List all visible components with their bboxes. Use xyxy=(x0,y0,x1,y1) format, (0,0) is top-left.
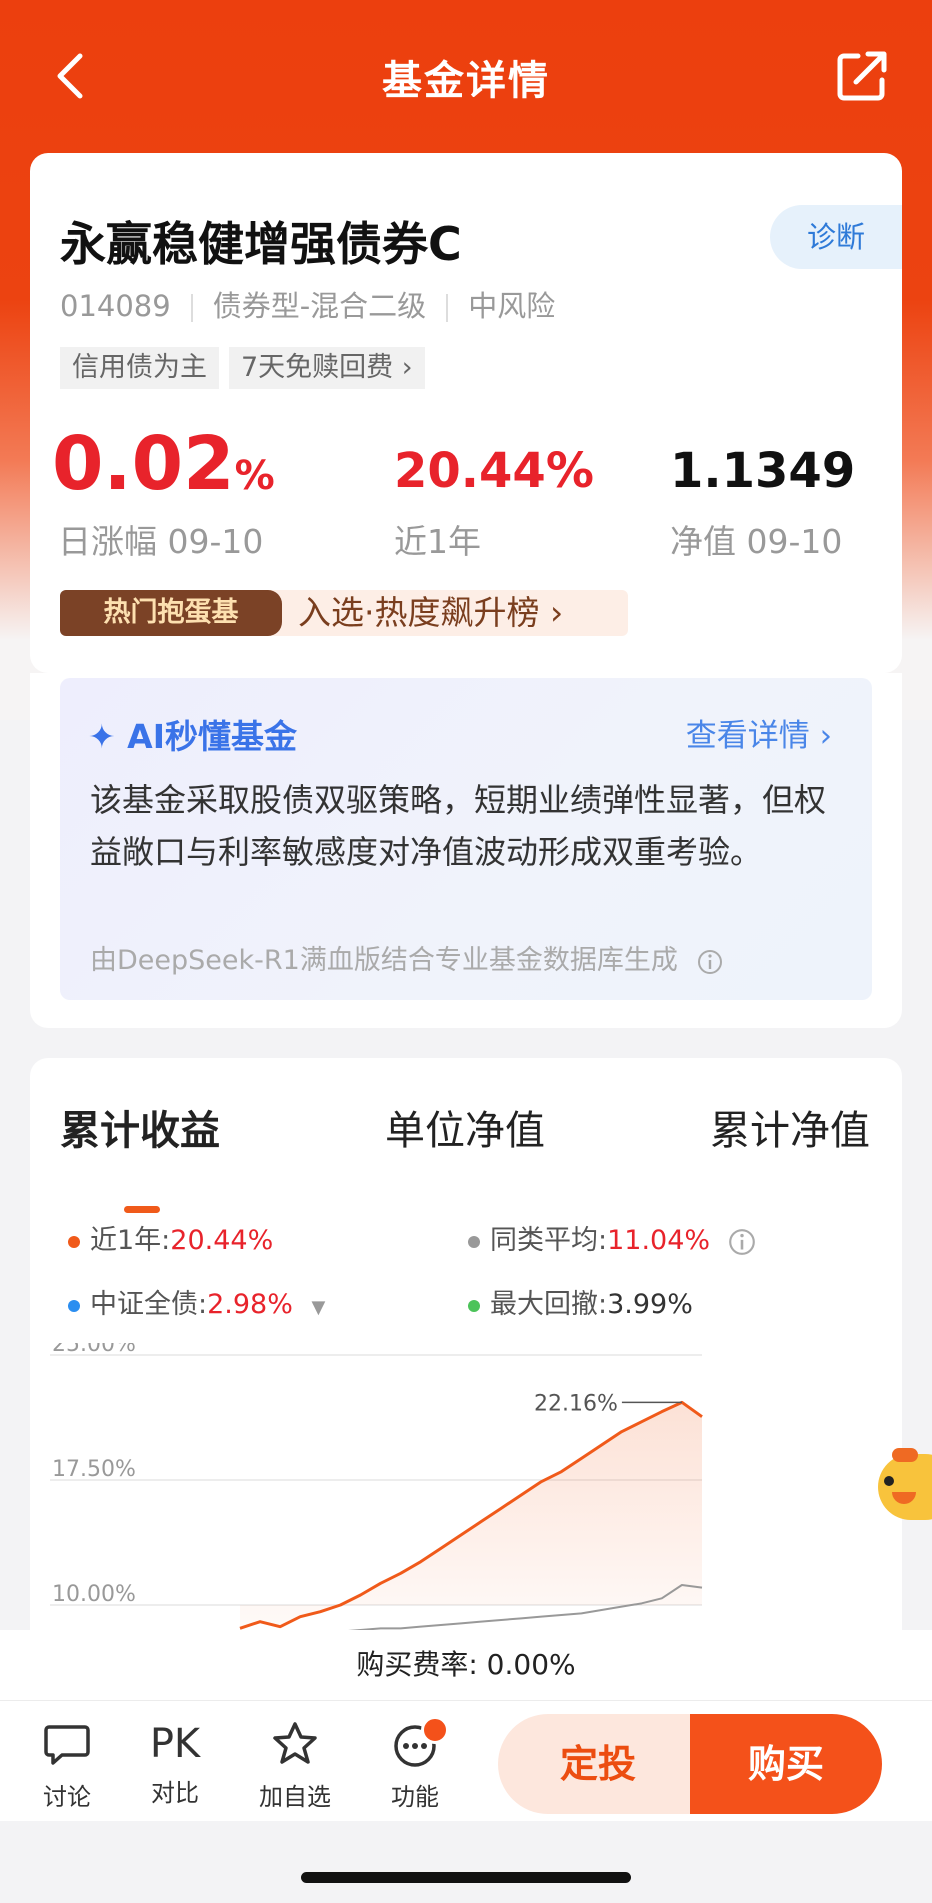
fund-type: 债券型-混合二级 xyxy=(212,289,427,323)
diagnose-button[interactable]: 诊断 xyxy=(770,205,902,269)
ai-view-details-link[interactable]: 查看详情 › xyxy=(686,710,832,755)
nav-value: 1.1349 xyxy=(670,443,856,499)
functions-label: 功能 xyxy=(391,1783,439,1811)
notification-dot xyxy=(421,1716,449,1744)
peak-label: 22.16% xyxy=(534,1391,618,1416)
legend-peer-average: 同类平均:11.04% xyxy=(468,1218,757,1257)
legend-year-return: 近1年:20.44% xyxy=(68,1218,273,1257)
fund-tags: 信用债为主 7天免赎回费 › xyxy=(60,347,435,389)
y-tick-label: 17.50% xyxy=(52,1457,136,1482)
nav-bar: 基金详情 xyxy=(0,0,932,150)
series-area xyxy=(240,1402,702,1629)
tab-unit-nav[interactable]: 单位净值 xyxy=(385,1098,545,1156)
functions-button[interactable]: 功能 xyxy=(370,1716,460,1812)
hot-text: 入选·热度飙升榜 › xyxy=(298,593,564,632)
daily-change-value: 0.02 xyxy=(52,421,235,507)
ai-summary-box: ✦ AI秒懂基金 查看详情 › 该基金采取股债双驱策略，短期业绩弹性显著，但权益… xyxy=(60,678,872,1000)
chevron-right-icon: › xyxy=(550,593,564,632)
chat-bubble-icon xyxy=(44,1725,90,1765)
fund-risk: 中风险 xyxy=(468,289,556,323)
nav-stat: 1.1349 净值 09-10 xyxy=(670,443,856,561)
year-return-value: 20.44% xyxy=(394,443,594,499)
legend-dot xyxy=(68,1299,80,1312)
auto-invest-button[interactable]: 定投 xyxy=(498,1714,698,1814)
ai-title: ✦ AI秒懂基金 xyxy=(88,717,297,756)
ai-source-note: 由DeepSeek-R1满血版结合专业基金数据库生成 xyxy=(90,938,724,977)
daily-change-label: 日涨幅 09-10 xyxy=(58,522,264,561)
add-watchlist-label: 加自选 xyxy=(259,1783,331,1811)
tag-redemption-fee[interactable]: 7天免赎回费 › xyxy=(229,347,425,389)
info-icon[interactable] xyxy=(727,1227,757,1257)
info-icon[interactable] xyxy=(696,948,724,976)
year-return-stat: 20.44% 近1年 xyxy=(394,443,594,561)
buy-button[interactable]: 购买 xyxy=(690,1714,882,1814)
mascot-icon[interactable] xyxy=(878,1446,932,1526)
bottom-action-bar: 讨论 PK 对比 加自选 功能 定投 购买 xyxy=(0,1701,932,1821)
active-tab-indicator xyxy=(124,1206,160,1213)
performance-card: 累计收益 单位净值 累计净值 近1年:20.44% 同类平均:11.04% 中证… xyxy=(30,1058,902,1678)
add-watchlist-button[interactable]: 加自选 xyxy=(250,1719,340,1812)
return-chart[interactable]: 25.00% 17.50% 10.00% 22.16% xyxy=(30,1343,902,1653)
y-tick-label: 25.00% xyxy=(52,1343,136,1357)
compare-button[interactable]: PK 对比 xyxy=(130,1719,220,1808)
daily-change-stat: 0.02% 日涨幅 09-10 xyxy=(52,421,275,561)
compare-label: 对比 xyxy=(151,1779,199,1807)
fund-summary-card: 永赢稳健增强债券C 诊断 014089 债券型-混合二级 中风险 信用债为主 7天免赎… xyxy=(30,153,902,673)
nav-label: 净值 09-10 xyxy=(670,522,843,561)
sparkle-icon: ✦ xyxy=(88,717,116,756)
legend-max-drawdown: 最大回撤:3.99% xyxy=(468,1282,693,1321)
tag-credit-bond: 信用债为主 xyxy=(60,347,219,389)
legend-index[interactable]: 中证全债:2.98% ▼ xyxy=(68,1282,325,1321)
discuss-button[interactable]: 讨论 xyxy=(22,1719,112,1812)
page-title: 基金详情 xyxy=(382,58,550,104)
legend-dot xyxy=(468,1299,480,1312)
star-icon xyxy=(273,1722,317,1764)
discuss-label: 讨论 xyxy=(43,1783,91,1811)
fund-code: 014089 xyxy=(60,289,171,323)
y-tick-label: 10.00% xyxy=(52,1582,136,1607)
dropdown-caret-icon[interactable]: ▼ xyxy=(311,1297,325,1318)
ai-summary-card: ✦ AI秒懂基金 查看详情 › 该基金采取股债双驱策略，短期业绩弹性显著，但权益… xyxy=(30,673,902,1028)
tab-cumulative-return[interactable]: 累计收益 xyxy=(60,1098,220,1156)
share-icon[interactable] xyxy=(834,48,890,104)
fund-name: 永赢稳健增强债券C xyxy=(60,217,462,271)
hot-ranking-banner[interactable]: 热门抱蛋基 入选·热度飙升榜 › xyxy=(60,590,628,636)
pk-icon: PK xyxy=(149,1721,201,1767)
fund-meta: 014089 债券型-混合二级 中风险 xyxy=(60,283,555,325)
chart-tabs: 累计收益 单位净值 累计净值 xyxy=(30,1098,902,1213)
divider xyxy=(446,294,449,322)
daily-change-unit: % xyxy=(234,453,275,499)
year-return-label: 近1年 xyxy=(394,522,481,561)
purchase-fee-bar: 购买费率: 0.00% xyxy=(0,1630,932,1701)
legend-dot xyxy=(468,1235,480,1248)
legend-dot xyxy=(68,1235,80,1248)
hot-badge: 热门抱蛋基 xyxy=(60,590,282,636)
divider xyxy=(190,294,193,322)
home-indicator xyxy=(301,1872,631,1883)
tab-cumulative-nav[interactable]: 累计净值 xyxy=(710,1098,870,1156)
ai-summary-text: 该基金采取股债双驱策略，短期业绩弹性显著，但权益敞口与利率敏感度对净值波动形成双… xyxy=(90,781,827,871)
